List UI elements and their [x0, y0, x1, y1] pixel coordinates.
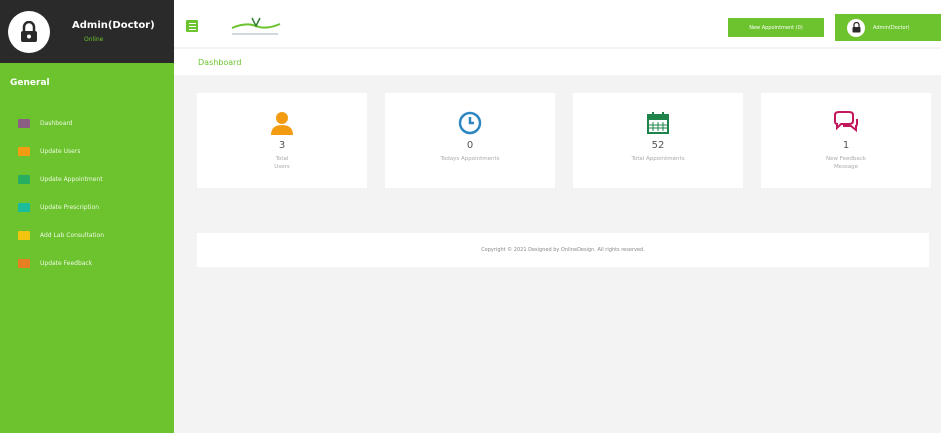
- stat-label: Users: [274, 164, 290, 170]
- user-menu-button[interactable]: Admin(Doctor): [835, 14, 941, 41]
- sidebar-item-label: Update Users: [40, 147, 81, 155]
- stat-card-total-appointments[interactable]: 52 Total Appointments: [573, 93, 743, 188]
- clock-icon: [458, 111, 482, 135]
- sidebar-item-dashboard[interactable]: Dashboard: [0, 109, 174, 137]
- user-avatar: [847, 18, 865, 37]
- profile-panel: Admin(Doctor) Online: [0, 0, 174, 63]
- menu-bar: [188, 28, 196, 30]
- sidebar-item-label: Dashboard: [40, 119, 73, 127]
- sidebar-item-add-lab-consultation[interactable]: Add Lab Consultation: [0, 221, 174, 249]
- stat-card-feedback-messages[interactable]: 1 New Feedback Message: [761, 93, 931, 188]
- stat-label: Todays Appointments: [440, 156, 500, 162]
- prescription-icon: [18, 202, 30, 212]
- chat-icon: [834, 111, 858, 133]
- sidebar-item-update-feedback[interactable]: Update Feedback: [0, 249, 174, 277]
- lock-icon: [852, 22, 860, 33]
- user-icon: [271, 112, 293, 135]
- footer: Copyright © 2021 Designed by OnlineDesig…: [197, 233, 929, 267]
- dashboard-icon: [18, 118, 30, 128]
- stat-count: 0: [466, 140, 474, 151]
- top-bar: New Appointment (0) Admin(Doctor): [174, 0, 941, 47]
- sidebar-section-title: General: [10, 78, 50, 88]
- calendar-icon: [18, 174, 30, 184]
- profile-status: Online: [84, 36, 104, 43]
- stat-count: 1: [842, 140, 850, 151]
- sidebar: Admin(Doctor) Online General Dashboard U…: [0, 0, 174, 433]
- stat-label: Total Appointments: [631, 156, 685, 162]
- sidebar-item-update-prescription[interactable]: Update Prescription: [0, 193, 174, 221]
- sidebar-item-label: Update Feedback: [40, 259, 93, 267]
- stat-count: 52: [651, 140, 665, 151]
- stat-label: Message: [833, 164, 859, 170]
- new-appointment-button[interactable]: New Appointment (0): [728, 18, 824, 37]
- stat-card-todays-appointments[interactable]: 0 Todays Appointments: [385, 93, 555, 188]
- profile-name: Admin(Doctor): [72, 20, 155, 31]
- lock-icon: [21, 20, 37, 42]
- sidebar-nav: Dashboard Update Users Update Appointmen…: [0, 109, 174, 277]
- logo-icon[interactable]: [226, 14, 284, 38]
- sidebar-item-label: Update Appointment: [40, 175, 103, 183]
- page-title: Dashboard: [174, 49, 941, 75]
- avatar[interactable]: [8, 10, 50, 53]
- lab-icon: [18, 230, 30, 240]
- menu-toggle-button[interactable]: [186, 20, 198, 32]
- stat-label: New Feedback: [826, 156, 866, 162]
- stat-card-total-users[interactable]: 3 Total Users: [197, 93, 367, 188]
- copyright-text: Copyright © 2021 Designed by OnlineDesig…: [481, 247, 645, 253]
- menu-bar: [188, 22, 196, 24]
- user-menu-label: Admin(Doctor): [873, 24, 910, 31]
- sidebar-item-label: Update Prescription: [40, 203, 100, 211]
- calendar-icon: [647, 112, 669, 134]
- stat-label: Total: [275, 156, 289, 162]
- stat-count: 3: [278, 140, 286, 151]
- sidebar-item-update-appointment[interactable]: Update Appointment: [0, 165, 174, 193]
- menu-bar: [188, 25, 196, 27]
- users-icon: [18, 146, 30, 156]
- sidebar-item-label: Add Lab Consultation: [40, 231, 105, 239]
- feedback-icon: [18, 258, 30, 268]
- sidebar-item-update-users[interactable]: Update Users: [0, 137, 174, 165]
